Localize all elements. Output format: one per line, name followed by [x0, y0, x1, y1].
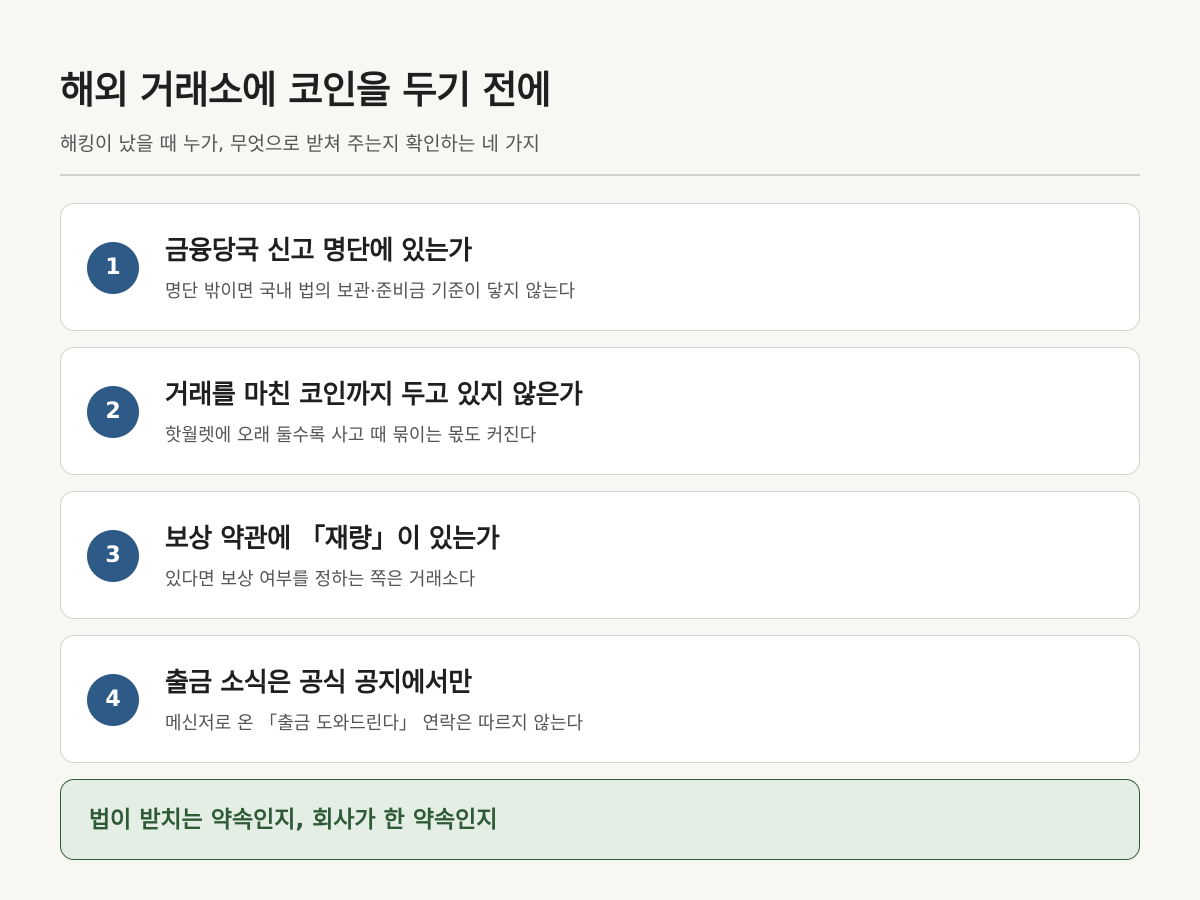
- checklist-item: 2 거래를 마친 코인까지 두고 있지 않은가 핫월렛에 오래 둘수록 사고 때…: [60, 347, 1140, 475]
- checklist-item-title: 금융당국 신고 명단에 있는가: [165, 236, 472, 266]
- checklist-item-title: 보상 약관에 「재량」이 있는가: [165, 524, 500, 554]
- checklist-item: 1 금융당국 신고 명단에 있는가 명단 밖이면 국내 법의 보관·준비금 기준…: [60, 203, 1140, 331]
- page-title: 해외 거래소에 코인을 두기 전에: [60, 68, 551, 112]
- checklist-item: 4 출금 소식은 공식 공지에서만 메신저로 온 「출금 도와드린다」 연락은 …: [60, 635, 1140, 763]
- checklist-item: 3 보상 약관에 「재량」이 있는가 있다면 보상 여부를 정하는 쪽은 거래소…: [60, 491, 1140, 619]
- checklist-item-description: 명단 밖이면 국내 법의 보관·준비금 기준이 닿지 않는다: [165, 281, 576, 302]
- checklist-item-description: 메신저로 온 「출금 도와드린다」 연락은 따르지 않는다: [165, 713, 584, 734]
- checklist-item-description: 있다면 보상 여부를 정하는 쪽은 거래소다: [165, 569, 476, 590]
- checklist: 1 금융당국 신고 명단에 있는가 명단 밖이면 국내 법의 보관·준비금 기준…: [60, 203, 1140, 779]
- checklist-item-description: 핫월렛에 오래 둘수록 사고 때 묶이는 몫도 커진다: [165, 425, 537, 446]
- summary-callout-text: 법이 받치는 약속인지, 회사가 한 약속인지: [89, 807, 498, 833]
- checklist-item-title: 거래를 마친 코인까지 두고 있지 않은가: [165, 380, 583, 410]
- step-number-badge: 4: [87, 674, 139, 726]
- step-number-badge: 2: [87, 386, 139, 438]
- step-number-badge: 3: [87, 530, 139, 582]
- header-divider: [60, 174, 1140, 176]
- step-number-badge: 1: [87, 242, 139, 294]
- page-subtitle: 해킹이 났을 때 누가, 무엇으로 받쳐 주는지 확인하는 네 가지: [60, 133, 540, 155]
- summary-callout: 법이 받치는 약속인지, 회사가 한 약속인지: [60, 779, 1140, 860]
- checklist-item-title: 출금 소식은 공식 공지에서만: [165, 668, 472, 698]
